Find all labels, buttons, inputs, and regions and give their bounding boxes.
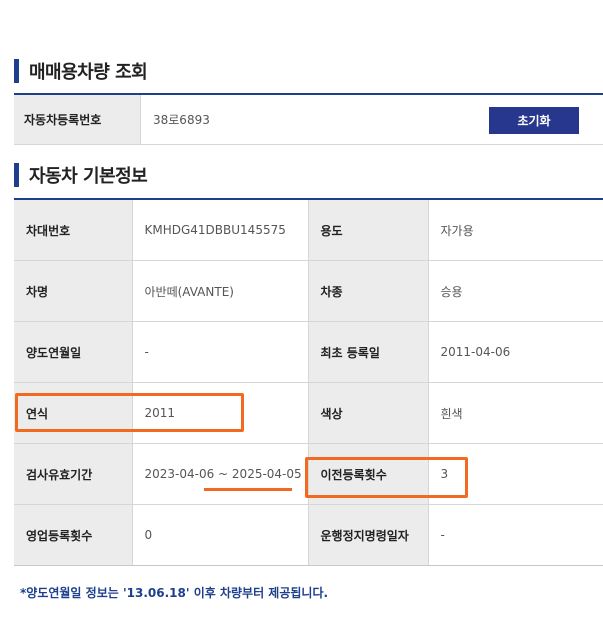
transfer-date-label: 양도연월일 — [14, 321, 133, 383]
expiry-date-underline — [204, 488, 292, 491]
search-section-title: 매매용차량 조회 — [14, 59, 148, 83]
table-row: 양도연월일 - 최초 등록일 2011-04-06 — [14, 321, 603, 383]
search-table: 자동차등록번호 38로6893 초기화 — [14, 93, 603, 145]
vin-value: KMHDG41DBBU145575 — [132, 199, 309, 261]
search-row: 자동차등록번호 38로6893 초기화 — [14, 94, 603, 145]
suspension-date-label: 운행정지명령일자 — [308, 504, 429, 566]
table-row: 차명 아반떼(AVANTE) 차종 승용 — [14, 260, 603, 322]
color-label: 색상 — [308, 382, 429, 444]
business-reg-count-label: 영업등록횟수 — [14, 504, 133, 566]
model-value: 아반떼(AVANTE) — [132, 260, 309, 322]
car-type-label: 차종 — [308, 260, 429, 322]
reg-number-label: 자동차등록번호 — [14, 94, 141, 145]
vehicle-info-table: 차대번호 KMHDG41DBBU145575 용도 자가용 차명 아반떼(AVA… — [14, 198, 603, 566]
transfer-date-value: - — [132, 321, 309, 383]
table-row: 차대번호 KMHDG41DBBU145575 용도 자가용 — [14, 199, 603, 261]
reg-number-value: 38로6893 — [153, 113, 210, 127]
reset-button[interactable]: 초기화 — [489, 107, 579, 134]
inspection-period-value: 2023-04-06 ~ 2025-04-05 — [132, 443, 309, 505]
model-year-highlight-box — [15, 393, 244, 432]
table-row: 영업등록횟수 0 운행정지명령일자 - — [14, 504, 603, 566]
vin-label: 차대번호 — [14, 199, 133, 261]
reg-number-cell: 38로6893 초기화 — [140, 94, 603, 145]
first-reg-value: 2011-04-06 — [428, 321, 603, 383]
search-title-text: 매매용차량 조회 — [29, 62, 148, 83]
usage-label: 용도 — [308, 199, 429, 261]
suspension-date-value: - — [428, 504, 603, 566]
prev-reg-count-highlight-box — [305, 457, 468, 498]
footnote: *양도연월일 정보는 '13.06.18' 이후 차량부터 제공됩니다. — [20, 586, 329, 600]
title-accent-bar — [14, 59, 19, 83]
usage-value: 자가용 — [428, 199, 603, 261]
color-value: 흰색 — [428, 382, 603, 444]
info-section-title: 자동차 기본정보 — [14, 163, 148, 187]
model-label: 차명 — [14, 260, 133, 322]
title-accent-bar — [14, 163, 19, 187]
business-reg-count-value: 0 — [132, 504, 309, 566]
first-reg-label: 최초 등록일 — [308, 321, 429, 383]
car-type-value: 승용 — [428, 260, 603, 322]
info-title-text: 자동차 기본정보 — [29, 166, 148, 187]
inspection-period-label: 검사유효기간 — [14, 443, 133, 505]
